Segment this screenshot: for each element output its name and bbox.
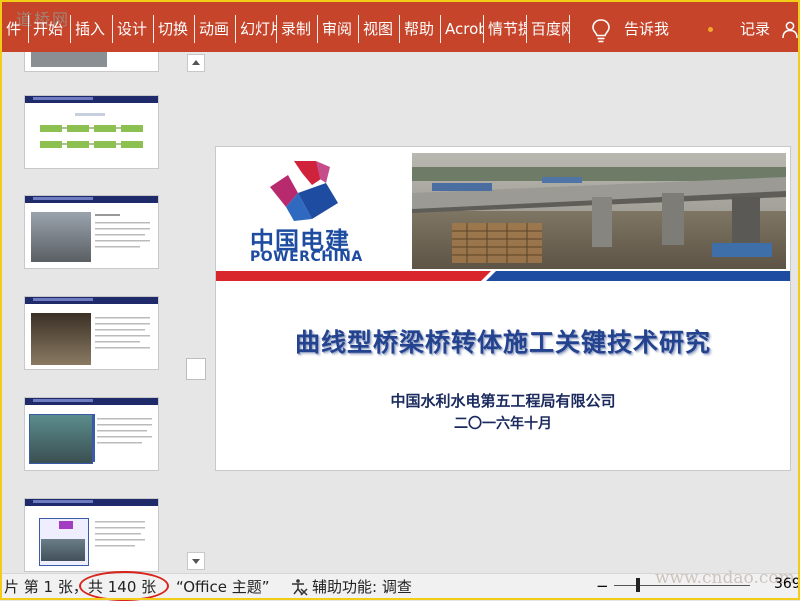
tab-animations[interactable]: 动画 <box>195 13 235 45</box>
slide-thumbnail[interactable] <box>24 498 159 572</box>
lightbulb-icon[interactable] <box>590 18 612 44</box>
accessibility-status[interactable]: 辅助功能: 调查 <box>312 576 412 597</box>
tab-separator <box>276 15 277 43</box>
share-person-icon[interactable] <box>782 21 798 39</box>
bridge-construction-photo <box>412 153 786 269</box>
thumbnail-scrollbar[interactable] <box>184 52 206 573</box>
accessibility-icon[interactable] <box>290 578 308 596</box>
powerchina-logo-icon <box>270 161 338 221</box>
tab-separator <box>153 15 154 43</box>
thumb-photo <box>41 539 85 561</box>
tab-separator <box>399 15 400 43</box>
tab-transitions[interactable]: 切换 <box>154 13 194 45</box>
tab-help[interactable]: 帮助 <box>400 13 440 45</box>
zoom-slider-knob[interactable] <box>636 578 640 592</box>
thumb-header-bar <box>25 196 158 203</box>
slide-company: 中国水利水电第五工程局有限公司 <box>390 392 616 410</box>
slide-date: 二〇一六年十月 <box>454 416 552 432</box>
thumb-header-bar <box>25 398 158 405</box>
theme-name[interactable]: “Office 主题” <box>176 576 270 597</box>
notification-dot <box>708 27 713 32</box>
tab-storyboard[interactable]: 情节提要 <box>484 13 526 45</box>
zoom-out-button[interactable]: − <box>596 577 609 595</box>
tab-file[interactable]: 件 <box>2 13 28 45</box>
thumb-header-bar <box>25 499 158 506</box>
thumb-photo <box>29 414 93 464</box>
tab-record[interactable]: 录制 <box>277 13 317 45</box>
thumb-header-bar <box>25 297 158 304</box>
thumb-text-lines <box>95 214 150 248</box>
tab-insert[interactable]: 插入 <box>71 13 112 45</box>
thumb-diagram-mark <box>59 521 73 529</box>
tab-separator <box>317 15 318 43</box>
tab-home[interactable]: 开始 <box>29 13 70 45</box>
tab-view[interactable]: 视图 <box>359 13 399 45</box>
thumb-flowchart <box>40 113 143 148</box>
tab-acrobat[interactable]: Acrobat <box>441 13 483 45</box>
tab-slideshow[interactable]: 幻灯片放映 <box>236 13 276 45</box>
slide-thumbnail[interactable] <box>24 397 159 471</box>
slide-thumbnail[interactable] <box>24 195 159 269</box>
ribbon-tabs: 件 开始 插入 设计 切换 动画 幻灯片放映 录制 审阅 视图 帮助 Acrob… <box>2 13 570 45</box>
record-button[interactable]: 记录 <box>740 13 770 45</box>
highlight-oval <box>79 571 169 601</box>
scroll-down-icon[interactable] <box>187 552 205 570</box>
thumb-text-lines <box>97 418 152 444</box>
main-slide[interactable]: 中国电建 POWERCHINA 曲线型桥梁桥转体施工关键技术研究 中国水利水电第… <box>215 146 791 471</box>
tab-separator <box>70 15 71 43</box>
tab-separator <box>235 15 236 43</box>
zoom-level[interactable]: 369 <box>774 576 800 592</box>
scrollbar-thumb[interactable] <box>186 358 206 380</box>
tab-separator <box>28 15 29 43</box>
tab-separator <box>194 15 195 43</box>
tab-design[interactable]: 设计 <box>113 13 153 45</box>
thumb-text-lines <box>95 521 145 547</box>
thumb-header-bar <box>25 96 158 103</box>
scroll-up-icon[interactable] <box>187 54 205 72</box>
slide-thumbnail-pane[interactable] <box>2 52 184 573</box>
slide-title: 曲线型桥梁桥转体施工关键技术研究 <box>294 328 711 357</box>
tab-separator <box>483 15 484 43</box>
slide-thumbnail[interactable] <box>24 52 159 72</box>
tab-separator <box>358 15 359 43</box>
tab-separator <box>440 15 441 43</box>
slide-thumbnail[interactable] <box>24 296 159 370</box>
thumb-divider <box>93 414 95 462</box>
logo-english-text: POWERCHINA <box>250 249 363 265</box>
tell-me-search[interactable]: 告诉我 <box>624 13 669 45</box>
thumb-photo <box>31 212 91 262</box>
thumb-photo <box>31 52 107 67</box>
tab-review[interactable]: 审阅 <box>318 13 358 45</box>
slide-position: 片 第 1 张， <box>4 578 88 596</box>
thumb-photo <box>31 313 91 365</box>
thumb-text-lines <box>95 317 150 349</box>
header-stripe <box>216 271 790 281</box>
slide-thumbnail[interactable] <box>24 95 159 169</box>
tab-baidu-netdisk[interactable]: 百度网盘 <box>527 13 569 45</box>
tab-separator <box>526 15 527 43</box>
tab-separator <box>569 15 570 43</box>
tab-separator <box>112 15 113 43</box>
ribbon-tab-bar: 道桥网 件 开始 插入 设计 切换 动画 幻灯片放映 录制 审阅 视图 帮助 A… <box>2 2 798 52</box>
